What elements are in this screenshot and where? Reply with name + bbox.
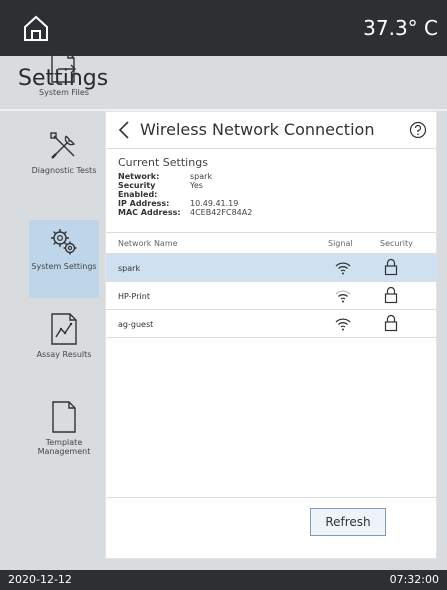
setting-value: 4CEB42FC84A2: [190, 208, 253, 217]
status-date: 2020-12-12: [8, 573, 72, 586]
panel-footer-divider: [106, 497, 438, 498]
network-name: HP-Print: [118, 292, 150, 301]
sidebar-item-system-files[interactable]: System Files: [29, 44, 99, 122]
setting-value: 10.49.41.19: [190, 199, 239, 208]
sidebar-item-system-settings[interactable]: System Settings: [29, 220, 99, 298]
setting-key: MAC Address:: [118, 208, 181, 217]
chart-document-icon: [51, 313, 77, 345]
column-header-security: Security: [380, 239, 413, 248]
setting-row-ip: IP Address: 10.49.41.19: [118, 199, 428, 208]
sidebar-item-diagnostic-tests[interactable]: Diagnostic Tests: [29, 124, 99, 202]
setting-row-mac: MAC Address: 4CEB42FC84A2: [118, 208, 428, 217]
lock-icon: [384, 258, 398, 276]
sidebar: System Files Diagnostic Tests System Set…: [20, 44, 102, 552]
setting-value: spark: [190, 172, 213, 181]
status-time: 07:32:00: [389, 573, 439, 586]
gears-icon: [51, 229, 77, 255]
temperature-readout: 37.3° C: [363, 16, 438, 40]
sidebar-item-label: Diagnostic Tests: [31, 166, 97, 175]
network-table-header: Network Name Signal Security: [106, 232, 438, 254]
setting-row-network: Network: spark: [118, 172, 428, 181]
sidebar-item-label: System Files: [39, 88, 89, 97]
current-settings-title: Current Settings: [118, 156, 208, 169]
sidebar-item-template-management[interactable]: Template Management: [29, 394, 99, 472]
setting-key: Network:: [118, 172, 160, 181]
wifi-signal-strong-icon: [335, 318, 351, 331]
status-bar: 2020-12-12 07:32:00: [0, 570, 447, 590]
network-name: ag-guest: [118, 320, 154, 329]
network-row-spark[interactable]: spark: [106, 254, 438, 282]
panel-header: Wireless Network Connection: [106, 112, 438, 149]
sidebar-item-label: Template Management: [37, 438, 91, 456]
panel-title: Wireless Network Connection: [140, 120, 375, 139]
home-icon[interactable]: [22, 14, 50, 42]
lock-icon: [384, 314, 398, 332]
wifi-signal-medium-icon: [335, 290, 351, 303]
network-name: spark: [118, 264, 141, 273]
file-export-icon: [51, 51, 76, 83]
wireless-panel: Wireless Network Connection Current Sett…: [105, 111, 438, 559]
network-row-hp-print[interactable]: HP-Print: [106, 282, 438, 310]
back-arrow-icon[interactable]: [116, 120, 132, 140]
sidebar-item-label: Assay Results: [36, 350, 92, 359]
refresh-button[interactable]: Refresh: [310, 508, 386, 536]
column-header-signal: Signal: [328, 239, 353, 248]
document-icon: [52, 401, 76, 433]
column-header-network-name: Network Name: [118, 239, 178, 248]
network-row-ag-guest[interactable]: ag-guest: [106, 310, 438, 338]
sidebar-item-assay-results[interactable]: Assay Results: [29, 306, 99, 384]
tools-icon: [50, 132, 76, 159]
help-icon[interactable]: [409, 121, 427, 139]
sidebar-item-label: System Settings: [31, 262, 97, 271]
setting-key: IP Address:: [118, 199, 170, 208]
setting-key: Security Enabled:: [118, 181, 158, 199]
current-settings: Current Settings Network: spark Security…: [118, 156, 428, 217]
setting-row-security: Security Enabled: Yes: [118, 181, 428, 199]
setting-value: Yes: [190, 181, 203, 190]
wifi-signal-strong-icon: [335, 262, 351, 275]
lock-icon: [384, 286, 398, 304]
